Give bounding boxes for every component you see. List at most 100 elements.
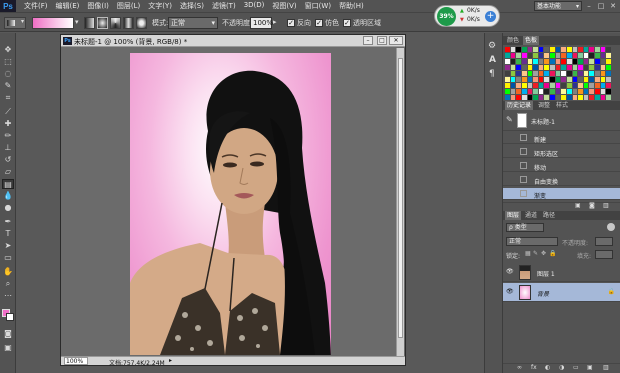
mask-icon[interactable]: ◐ (545, 364, 550, 371)
color-swatch[interactable] (561, 71, 566, 76)
angle-gradient-button[interactable] (110, 17, 121, 29)
color-swatch[interactable] (544, 95, 550, 100)
color-swatch[interactable] (606, 47, 611, 52)
history-item[interactable]: 自由变换 (503, 174, 620, 186)
color-swatch[interactable] (589, 95, 595, 100)
scroll-thumb[interactable] (398, 58, 403, 338)
document-tab-title[interactable]: 未标题-1 @ 100% (背景, RGB/8) * (74, 37, 187, 47)
filter-toggle-icon[interactable] (607, 223, 615, 231)
color-swatch[interactable] (505, 59, 510, 64)
color-swatch[interactable] (550, 47, 555, 52)
color-swatch[interactable] (521, 77, 527, 82)
gradient-tool-icon[interactable]: ▤ (2, 179, 14, 189)
color-swatch[interactable] (521, 53, 527, 58)
gradient-picker[interactable] (32, 17, 74, 29)
minimize-icon[interactable]: – (363, 36, 373, 45)
reflected-gradient-button[interactable] (123, 17, 134, 29)
maximize-icon[interactable]: □ (596, 2, 606, 10)
color-swatch[interactable] (555, 59, 561, 64)
fill-field[interactable] (595, 250, 613, 259)
color-swatch[interactable] (572, 71, 578, 76)
color-swatch[interactable] (561, 95, 566, 100)
color-swatch[interactable] (606, 77, 611, 82)
adjustment-layer-icon[interactable]: ◑ (559, 364, 564, 371)
fx-icon[interactable]: fx (531, 364, 537, 371)
color-swatch[interactable] (505, 71, 510, 76)
color-swatch[interactable] (505, 65, 510, 70)
color-swatch[interactable] (510, 47, 516, 52)
layer-opacity-field[interactable] (595, 237, 613, 246)
color-swatch[interactable] (578, 47, 583, 52)
mode-select[interactable]: 正常 ▾ (168, 17, 218, 29)
color-swatch[interactable] (566, 77, 572, 82)
color-swatch[interactable] (550, 65, 555, 70)
color-swatch[interactable] (572, 59, 578, 64)
color-swatch[interactable] (538, 65, 544, 70)
color-swatch[interactable] (600, 47, 606, 52)
color-swatch[interactable] (606, 71, 611, 76)
color-swatch[interactable] (538, 53, 544, 58)
color-swatch[interactable] (583, 47, 589, 52)
menu-item[interactable]: 滤镜(T) (208, 1, 240, 11)
radial-gradient-button[interactable] (97, 17, 108, 29)
color-swatch[interactable] (572, 65, 578, 70)
color-swatch[interactable] (516, 65, 521, 70)
close-icon[interactable]: ✕ (608, 2, 618, 10)
color-swatch[interactable] (595, 83, 600, 88)
color-swatch[interactable] (505, 77, 510, 82)
color-swatch[interactable] (538, 59, 544, 64)
folder-icon[interactable]: ▭ (573, 364, 579, 371)
color-swatch[interactable] (505, 83, 510, 88)
color-swatch[interactable] (510, 53, 516, 58)
canvas-area[interactable] (63, 48, 395, 356)
color-swatch[interactable] (527, 65, 533, 70)
tab-styles[interactable]: 样式 (554, 101, 570, 110)
eraser-tool-icon[interactable]: ▱ (2, 167, 14, 177)
color-swatch[interactable] (606, 59, 611, 64)
move-tool-icon[interactable]: ✥ (2, 45, 14, 55)
color-swatch[interactable] (505, 47, 510, 52)
color-swatch[interactable] (533, 59, 538, 64)
color-swatch[interactable] (606, 89, 611, 94)
new-document-icon[interactable]: ▣ (575, 202, 581, 209)
hand-tool-icon[interactable]: ✋ (2, 267, 14, 277)
visibility-eye-icon[interactable]: 👁 (506, 288, 514, 295)
color-swatch[interactable] (516, 77, 521, 82)
shape-tool-icon[interactable]: ▭ (2, 253, 14, 263)
color-swatch[interactable] (606, 53, 611, 58)
color-swatch[interactable] (595, 71, 600, 76)
reverse-checkbox[interactable]: ✓ (287, 19, 295, 27)
color-swatch[interactable] (589, 59, 595, 64)
tool-preset-picker[interactable]: ▾ (4, 17, 26, 29)
color-swatch[interactable] (533, 53, 538, 58)
diamond-gradient-button[interactable] (136, 17, 147, 29)
color-swatch[interactable] (600, 65, 606, 70)
color-swatch[interactable] (521, 89, 527, 94)
color-swatch[interactable] (521, 65, 527, 70)
color-swatch[interactable] (578, 71, 583, 76)
color-swatch[interactable] (600, 53, 606, 58)
path-select-tool-icon[interactable]: ➤ (2, 241, 14, 251)
history-item[interactable]: 移动 (503, 160, 620, 172)
color-swatch[interactable] (555, 53, 561, 58)
color-swatch[interactable] (566, 95, 572, 100)
color-swatch[interactable] (583, 71, 589, 76)
color-swatch[interactable] (527, 53, 533, 58)
color-swatch[interactable] (572, 83, 578, 88)
color-swatch[interactable] (533, 83, 538, 88)
color-swatch[interactable] (578, 59, 583, 64)
color-swatch[interactable] (533, 71, 538, 76)
color-swatch[interactable] (555, 71, 561, 76)
color-swatch[interactable] (516, 95, 521, 100)
color-swatch[interactable] (505, 95, 510, 100)
color-swatch[interactable] (578, 95, 583, 100)
color-swatch[interactable] (572, 53, 578, 58)
color-swatch[interactable] (600, 83, 606, 88)
photo-canvas[interactable] (130, 53, 331, 355)
color-swatch[interactable] (561, 83, 566, 88)
history-item[interactable]: 渐变 (503, 188, 620, 200)
color-swatch[interactable] (555, 83, 561, 88)
color-swatch[interactable] (583, 53, 589, 58)
color-swatch[interactable] (550, 95, 555, 100)
color-swatch[interactable] (527, 77, 533, 82)
